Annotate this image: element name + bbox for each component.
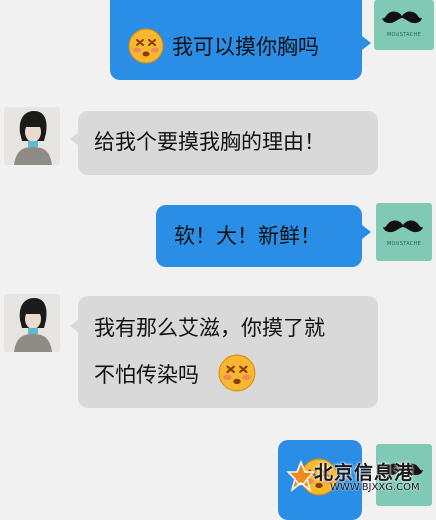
message-bubble-incoming[interactable]: 我有那么艾滋，你摸了就 不怕传染吗 [78, 296, 378, 408]
message-text: 软！大！新鲜！ [174, 224, 321, 248]
watermark-logo-icon [286, 460, 316, 492]
message-text: 给我个要摸我胸的理由！ [94, 130, 325, 154]
message-bubble-outgoing[interactable]: 软！大！新鲜！ [156, 205, 362, 267]
girl-portrait-icon [4, 294, 60, 352]
mustache-icon [383, 220, 423, 233]
chat-window: 我可以摸你胸吗 MOUSTACHE 给我个要摸我胸的理由！ 软！大！新鲜！ MO… [0, 0, 436, 520]
dizzy-face-emoji-icon [128, 28, 164, 64]
avatar-self[interactable]: MOUSTACHE [374, 0, 434, 50]
watermark: 北京信息港 WWW.BJXXG.COM [286, 458, 432, 500]
message-text: 我可以摸你胸吗 [172, 35, 319, 59]
avatar-self[interactable]: MOUSTACHE [376, 203, 432, 261]
watermark-title: 北京信息港 [314, 462, 415, 484]
message-text-line-2: 不怕传染吗 [94, 363, 199, 387]
avatar-contact[interactable] [4, 294, 60, 352]
message-row-3: 软！大！新鲜！ MOUSTACHE [0, 203, 436, 273]
mustache-icon [382, 11, 422, 24]
dizzy-face-emoji-icon [218, 354, 256, 392]
avatar-brand-text: MOUSTACHE [386, 241, 422, 247]
avatar-brand-text: MOUSTACHE [386, 32, 422, 38]
watermark-url: WWW.BJXXG.COM [330, 482, 420, 493]
avatar-contact[interactable] [4, 107, 60, 165]
message-text-line-1: 我有那么艾滋，你摸了就 [94, 316, 325, 340]
message-bubble-outgoing[interactable]: 我可以摸你胸吗 [110, 0, 362, 80]
girl-portrait-icon [4, 107, 60, 165]
bubble-tail [362, 225, 371, 239]
message-row-2: 给我个要摸我胸的理由！ [0, 105, 436, 175]
bubble-tail [362, 36, 371, 50]
message-row-4: 我有那么艾滋，你摸了就 不怕传染吗 [0, 292, 436, 412]
message-bubble-incoming[interactable]: 给我个要摸我胸的理由！ [78, 111, 378, 175]
message-row-1: 我可以摸你胸吗 MOUSTACHE [0, 0, 436, 84]
